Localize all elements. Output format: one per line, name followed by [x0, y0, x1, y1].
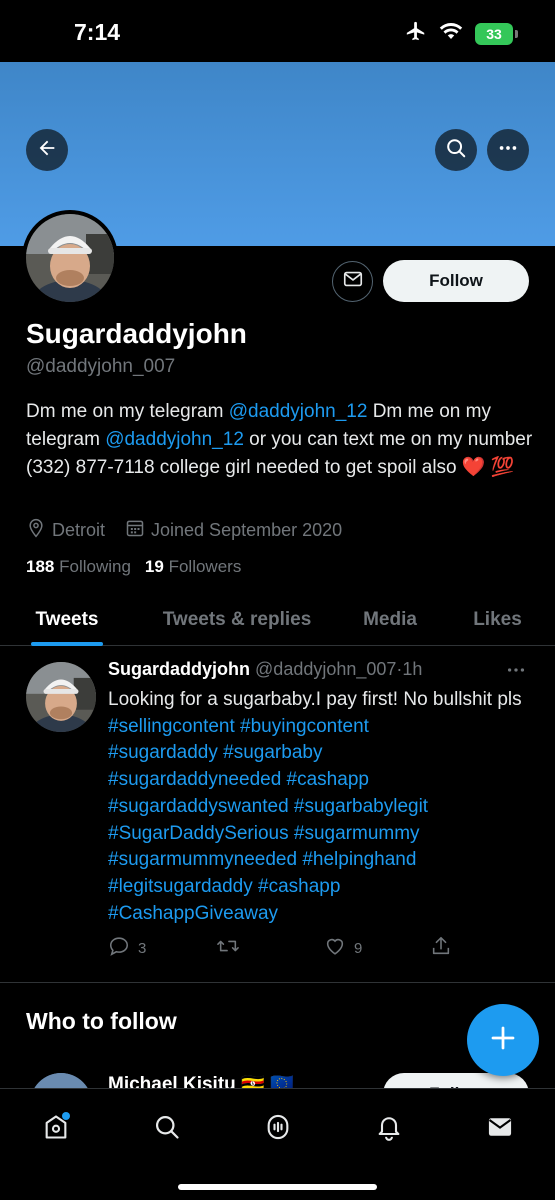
profile-tabs: Tweets Tweets & replies Media Likes	[0, 594, 555, 646]
follow-stats: 188 Following 19 Followers	[26, 557, 241, 577]
back-button[interactable]	[26, 129, 68, 171]
mail-icon	[342, 268, 364, 295]
bio-text: Dm me on my telegram	[26, 401, 229, 422]
tweet-time: 1h	[402, 659, 423, 679]
tweet[interactable]: Sugardaddyjohn @daddyjohn_007·1h Looking…	[0, 647, 555, 983]
display-name: Sugardaddyjohn	[26, 318, 247, 349]
like-button[interactable]: 9	[324, 935, 362, 961]
tab-tweets-replies[interactable]: Tweets & replies	[134, 594, 340, 646]
following-count: 188	[26, 557, 55, 576]
profile-bio: Dm me on my telegram @daddyjohn_12 Dm me…	[26, 398, 536, 482]
hashtag[interactable]: #buyingcontent	[240, 716, 369, 737]
tweet-more-button[interactable]	[505, 659, 527, 687]
wifi-icon	[439, 22, 463, 45]
hashtag[interactable]: #SugarDaddySerious	[108, 823, 289, 844]
profile-avatar[interactable]	[22, 210, 118, 306]
followers-count: 19	[144, 557, 164, 576]
retweet-icon	[216, 935, 240, 961]
location-text: Detroit	[52, 520, 106, 540]
tab-media[interactable]: Media	[340, 594, 440, 646]
bio-mention-link[interactable]: @daddyjohn_12	[229, 401, 368, 422]
bell-icon	[375, 1113, 403, 1146]
nav-notifications[interactable]	[369, 1109, 409, 1149]
hashtag[interactable]: #sellingcontent	[108, 716, 235, 737]
share-button[interactable]	[430, 935, 452, 961]
tweet-text: Looking for a sugarbaby.I pay first! No …	[108, 687, 538, 927]
like-count: 9	[354, 939, 363, 957]
tab-likes[interactable]: Likes	[440, 594, 555, 646]
share-icon	[430, 935, 452, 961]
battery-level: 33	[486, 25, 502, 42]
message-button[interactable]	[332, 261, 373, 302]
location: Detroit	[26, 518, 105, 543]
reply-button[interactable]: 3	[108, 935, 146, 961]
spaces-icon	[264, 1113, 292, 1146]
tweet-author-handle: @daddyjohn_007	[255, 659, 397, 679]
status-icons: 33	[405, 20, 518, 47]
profile-meta: Detroit Joined September 2020	[26, 518, 362, 543]
who-to-follow-title: Who to follow	[26, 1008, 177, 1034]
more-icon	[497, 137, 519, 164]
back-arrow-icon	[36, 137, 58, 164]
hashtag[interactable]: #sugarbaby	[223, 742, 322, 763]
tweet-actions: 3 9	[108, 935, 458, 959]
hashtag[interactable]: #sugardaddy	[108, 742, 218, 763]
tweet-author-name[interactable]: Sugardaddyjohn	[108, 659, 250, 679]
bio-mention-link[interactable]: @daddyjohn_12	[105, 429, 244, 450]
location-pin-icon	[26, 518, 46, 543]
plus-icon	[488, 1023, 518, 1058]
calendar-icon	[125, 518, 145, 543]
battery-icon: 33	[475, 22, 518, 45]
profile-handle: @daddyjohn_007	[26, 356, 176, 377]
home-indicator	[178, 1184, 377, 1190]
reply-icon	[108, 935, 130, 961]
notification-dot	[62, 1112, 70, 1120]
tweet-avatar[interactable]	[26, 662, 96, 732]
like-icon	[324, 935, 346, 961]
following-label: Following	[59, 557, 131, 576]
follow-button[interactable]: Follow	[383, 260, 529, 302]
tweet-body: Looking for a sugarbaby.I pay first! No …	[108, 689, 522, 710]
hashtag[interactable]: #sugarmummyneeded	[108, 849, 297, 870]
hashtag[interactable]: #helpinghand	[302, 849, 416, 870]
followers-label: Followers	[168, 557, 242, 576]
join-date: Joined September 2020	[125, 518, 342, 543]
explore-icon	[153, 1113, 181, 1146]
nav-home[interactable]	[36, 1109, 76, 1149]
following-link[interactable]: 188 Following	[26, 557, 131, 577]
more-button[interactable]	[487, 129, 529, 171]
followers-link[interactable]: 19 Followers	[145, 557, 241, 577]
status-bar: 7:14 33	[0, 0, 555, 62]
search-icon	[445, 137, 467, 164]
tab-tweets[interactable]: Tweets	[0, 594, 134, 646]
join-date-text: Joined September 2020	[151, 520, 343, 540]
nav-explore[interactable]	[147, 1109, 187, 1149]
nav-spaces[interactable]	[258, 1109, 298, 1149]
hashtag[interactable]: #cashapp	[287, 769, 369, 790]
compose-tweet-button[interactable]	[467, 1004, 539, 1076]
hashtag[interactable]: #cashapp	[258, 876, 340, 897]
tweet-header: Sugardaddyjohn @daddyjohn_007·1h	[108, 659, 422, 680]
status-time: 7:14	[74, 19, 121, 45]
reply-count: 3	[138, 939, 147, 957]
retweet-button[interactable]	[216, 935, 240, 961]
hashtag[interactable]: #CashappGiveaway	[108, 903, 278, 924]
airplane-icon	[405, 20, 427, 47]
hashtag[interactable]: #sugardaddyswanted	[108, 796, 289, 817]
messages-icon	[486, 1113, 514, 1146]
search-button[interactable]	[435, 129, 477, 171]
hashtag[interactable]: #sugarbabylegit	[294, 796, 428, 817]
hashtag[interactable]: #sugardaddyneeded	[108, 769, 281, 790]
hashtag[interactable]: #sugarmummy	[294, 823, 420, 844]
hashtag[interactable]: #legitsugardaddy	[108, 876, 253, 897]
nav-messages[interactable]	[480, 1109, 520, 1149]
